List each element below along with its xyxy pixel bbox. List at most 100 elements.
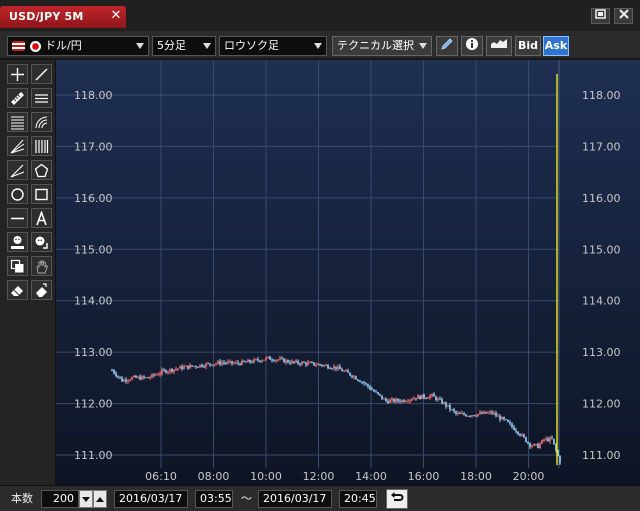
candle-body [245,361,247,363]
tool-circle[interactable] [7,184,28,204]
copy-tool-icon [10,259,24,272]
candle-body [559,455,561,464]
maximize-icon[interactable] [591,8,610,24]
triangle-down-icon [82,497,90,502]
candle-body [467,415,469,417]
y-tick-label-right: 112.00 [582,398,621,411]
candle-body [173,369,175,372]
candle-body [547,438,549,442]
tool-hand[interactable] [31,256,52,276]
candle-body [343,370,345,372]
tool-text[interactable] [31,208,52,228]
candle-body [395,399,397,402]
tool-icon-select[interactable] [31,232,52,252]
tool-ruler[interactable] [7,88,28,108]
tool-eraser-all[interactable] [31,280,52,300]
tool-fibonacci-timezone[interactable] [31,136,52,156]
tool-horizontal-lines[interactable] [31,88,52,108]
candle-body [445,402,447,407]
tool-fibonacci-retracement[interactable] [7,112,28,132]
tool-rectangle[interactable] [31,184,52,204]
range-separator: 〜 [241,492,252,505]
count-increment-button[interactable] [93,490,107,508]
candle-body [243,360,245,362]
candle-body [145,377,147,379]
candle-body [419,395,421,399]
chart-type-select[interactable]: ロウソク足 [219,36,327,56]
tool-copy[interactable] [7,256,28,276]
end-time-field[interactable]: 20:45 [339,490,377,508]
start-time-field[interactable]: 03:55 [195,490,233,508]
candle-body [167,371,169,373]
tool-eraser[interactable] [7,280,28,300]
tab-close-icon[interactable]: ✕ [108,8,124,24]
candle-body [215,363,217,365]
tool-fan-lines[interactable] [7,136,28,156]
interval-select[interactable]: 5分足 [152,36,216,56]
y-tick-label-right: 115.00 [582,243,621,256]
x-tick-label: 14:00 [355,470,387,483]
candle-body [511,423,513,427]
drawing-tool-palette [0,60,56,485]
candle-body [507,419,509,423]
candle-body [413,398,415,400]
candle-body [331,368,333,370]
price-chart-area[interactable]: 118.00 118.00 117.00 117.00 116.00 116.00 115.… [56,60,640,485]
tool-fibonacci-arc[interactable] [31,112,52,132]
candle-body [139,376,141,380]
candle-body [497,415,499,417]
candle-body [553,438,555,445]
candle-body [483,411,485,414]
chart-style-button[interactable] [486,36,512,56]
bar-count-field[interactable]: 200 [41,490,79,508]
start-date-field[interactable]: 2016/03/17 [114,490,188,508]
technical-select-button[interactable]: テクニカル選択 [332,36,432,56]
count-decrement-button[interactable] [79,490,93,508]
candlestick-chart[interactable]: 118.00 118.00 117.00 117.00 116.00 116.00 115.… [56,60,640,485]
info-button[interactable] [461,36,483,56]
candle-body [369,386,371,390]
candle-body [441,399,443,404]
chart-type-label: ロウソク足 [224,39,279,52]
candle-body [493,413,495,415]
info-icon [466,38,478,50]
reset-range-button[interactable] [386,489,408,509]
y-tick-label-right: 117.00 [582,140,621,153]
candle-body [435,396,437,400]
candle-body [501,417,503,420]
tool-horizontal-line[interactable] [7,208,28,228]
y-tick-label-right: 116.00 [582,192,621,205]
end-date-field[interactable]: 2016/03/17 [258,490,332,508]
close-window-icon[interactable] [614,8,633,24]
candle-body [273,360,275,362]
candle-body [259,360,261,362]
currency-pair-select[interactable]: ドル/円 [7,36,149,56]
ask-button[interactable]: Ask [543,36,569,56]
candle-body [197,366,199,368]
candle-body [157,374,159,376]
candle-body [301,362,303,365]
title-bar: USD/JPY 5M ✕ [0,0,640,31]
draw-pen-button[interactable] [436,36,458,56]
tool-angle-line[interactable] [7,160,28,180]
tool-pentagon[interactable] [31,160,52,180]
y-tick-label-right: 113.00 [582,346,621,359]
fan-lines-tool-icon [10,139,25,153]
tool-trendline[interactable] [31,64,52,84]
tool-icon-stamp[interactable] [7,232,28,252]
candle-body [465,414,467,417]
bid-button[interactable]: Bid [515,36,541,56]
candle-body [141,376,143,380]
candle-body [525,437,527,442]
candle-body [241,360,243,365]
candle-body [471,415,473,417]
candle-body [381,395,383,399]
horizontal-lines-tool-icon [35,93,48,103]
chart-tab[interactable]: USD/JPY 5M ✕ [0,6,126,28]
candle-body [373,390,375,392]
candle-body [315,364,317,366]
candle-body [329,368,331,370]
candle-body [263,359,265,361]
candle-body [127,380,129,382]
tool-crosshair[interactable] [7,64,28,84]
